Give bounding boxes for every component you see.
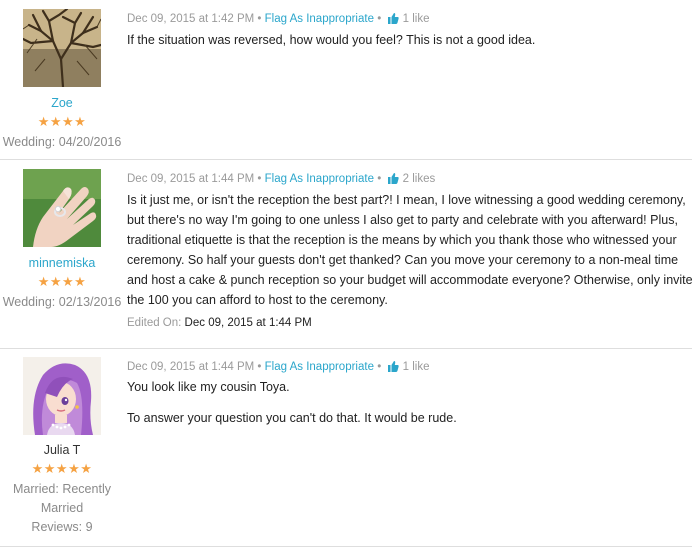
tree-branches-avatar-icon <box>23 9 101 87</box>
comment-thread: Zoe ★★★★ Wedding: 04/20/2016 Dec 09, 201… <box>0 0 700 548</box>
separator: • <box>257 13 262 25</box>
purple-hair-cartoon-avatar-icon <box>23 357 101 435</box>
separator: • <box>257 361 262 373</box>
edited-label: Edited On: <box>127 317 182 329</box>
separator: • <box>377 13 382 25</box>
avatar[interactable] <box>23 169 101 247</box>
post-paragraph: You look like my cousin Toya. <box>127 380 290 394</box>
separator: • <box>377 361 382 373</box>
comment-post: Julia T ★★★★★ Married: Recently Married … <box>0 349 692 547</box>
post-body: If the situation was reversed, how would… <box>127 30 693 50</box>
wedding-date: Wedding: 04/20/2016 <box>2 135 122 149</box>
thumbs-up-icon[interactable] <box>387 172 400 187</box>
comment-post: Zoe ★★★★ Wedding: 04/20/2016 Dec 09, 201… <box>0 0 692 160</box>
post-paragraph: Is it just me, or isn't the reception th… <box>127 193 693 307</box>
comment-post: minnemiska ★★★★ Wedding: 02/13/2016 Dec … <box>0 160 693 349</box>
post-paragraph: If the situation was reversed, how would… <box>127 33 536 47</box>
edited-note: Edited On: Dec 09, 2015 at 1:44 PM <box>127 317 312 329</box>
review-count: Reviews: 9 <box>31 520 93 534</box>
post-timestamp: Dec 09, 2015 at 1:44 PM <box>127 173 255 185</box>
flag-inappropriate-link[interactable]: Flag As Inappropriate <box>265 13 374 25</box>
avatar[interactable] <box>23 9 101 87</box>
member-status: Married: Recently <box>13 482 111 496</box>
post-header: Dec 09, 2015 at 1:44 PM • Flag As Inappr… <box>127 172 435 187</box>
post-header: Dec 09, 2015 at 1:44 PM • Flag As Inappr… <box>127 360 429 375</box>
wedding-date: Wedding: 02/13/2016 <box>2 295 122 309</box>
rating-stars: ★★★★ <box>37 114 87 129</box>
post-body: Is it just me, or isn't the reception th… <box>127 190 693 310</box>
post-timestamp: Dec 09, 2015 at 1:42 PM <box>127 13 255 25</box>
thumbs-up-icon[interactable] <box>387 360 400 375</box>
like-count: 2 likes <box>402 173 436 185</box>
author-name[interactable]: minnemiska <box>0 256 124 270</box>
separator: • <box>377 173 382 185</box>
like-count: 1 like <box>402 13 430 25</box>
like-count: 1 like <box>402 361 430 373</box>
flag-inappropriate-link[interactable]: Flag As Inappropriate <box>265 173 374 185</box>
rating-stars: ★★★★★ <box>31 461 93 476</box>
flag-inappropriate-link[interactable]: Flag As Inappropriate <box>265 361 374 373</box>
thumbs-up-icon[interactable] <box>387 12 400 27</box>
author-name[interactable]: Julia T <box>0 443 124 457</box>
separator: • <box>257 173 262 185</box>
member-status: Married <box>40 501 84 515</box>
post-body: You look like my cousin Toya. To answer … <box>127 377 693 428</box>
edited-timestamp: Dec 09, 2015 at 1:44 PM <box>184 317 312 329</box>
post-timestamp: Dec 09, 2015 at 1:44 PM <box>127 361 255 373</box>
post-paragraph: To answer your question you can't do tha… <box>127 411 457 425</box>
engagement-ring-hand-avatar-icon <box>23 169 101 247</box>
avatar[interactable] <box>23 357 101 435</box>
author-name[interactable]: Zoe <box>0 96 124 110</box>
rating-stars: ★★★★ <box>37 274 87 289</box>
post-header: Dec 09, 2015 at 1:42 PM • Flag As Inappr… <box>127 12 429 27</box>
